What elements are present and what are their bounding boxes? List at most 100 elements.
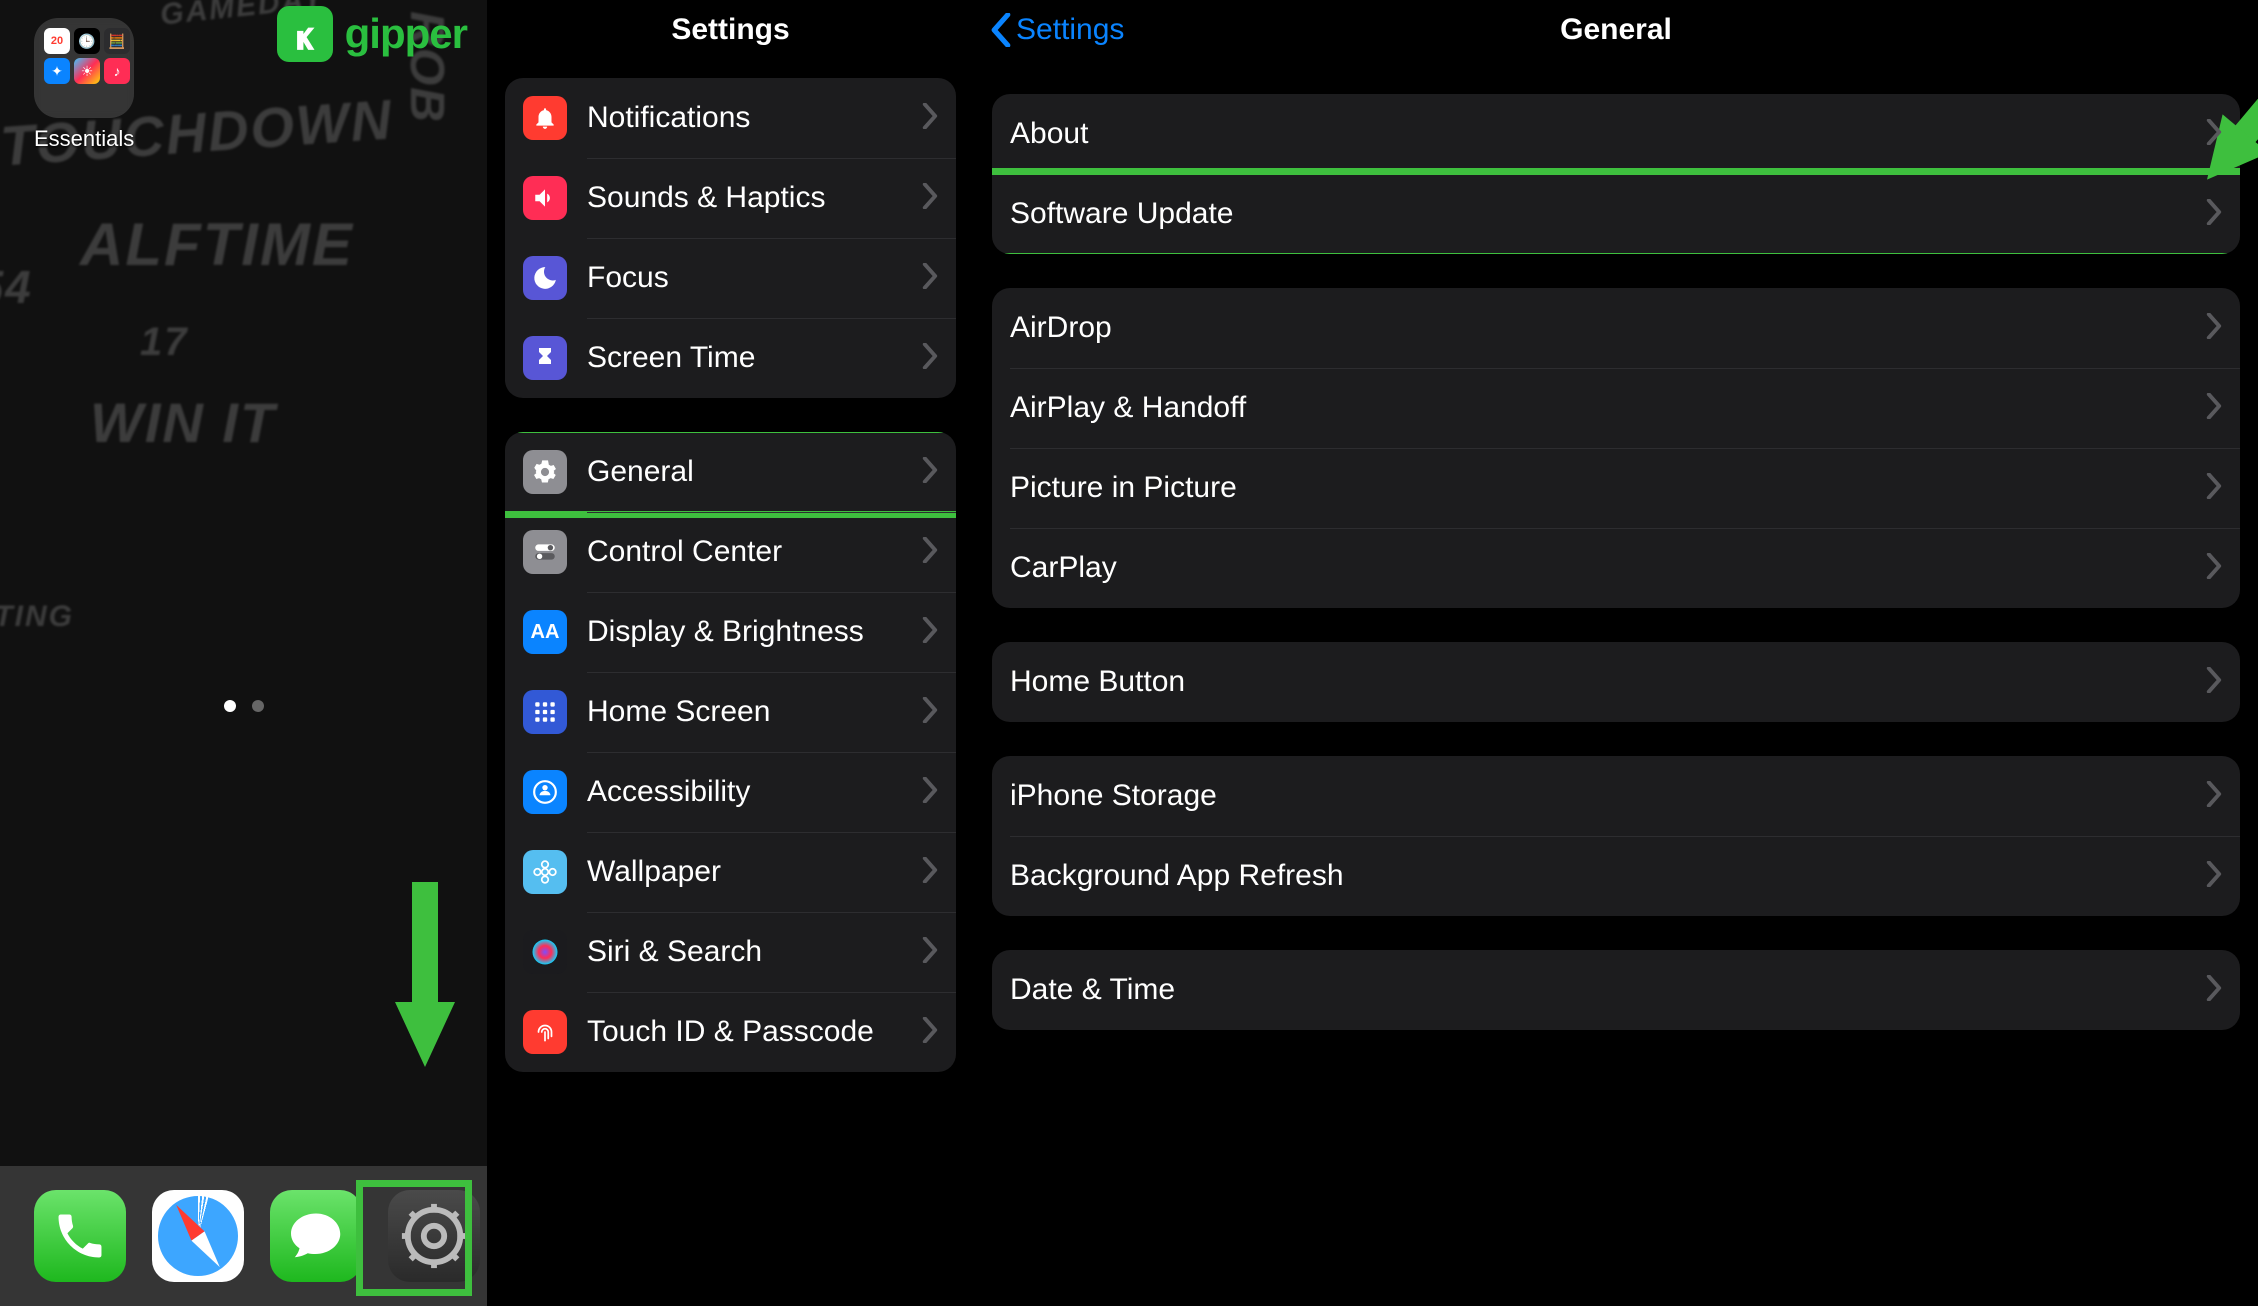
calculator-icon: 🧮 <box>104 28 130 54</box>
annotation-arrow-icon <box>390 882 460 1072</box>
settings-row-label: AirPlay & Handoff <box>1010 391 2206 425</box>
gipper-label: gipper <box>345 10 467 58</box>
messages-app-icon[interactable] <box>270 1190 362 1282</box>
settings-row-label: Background App Refresh <box>1010 859 2206 893</box>
settings-group: Notifications Sounds & Haptics Focus Screen… <box>505 78 956 398</box>
settings-row-icon <box>523 690 567 734</box>
settings-group: iPhone Storage Background App Refresh <box>992 756 2240 916</box>
music-icon: ♪ <box>104 58 130 84</box>
settings-row-icon <box>523 770 567 814</box>
page-title: General <box>1560 13 1672 47</box>
settings-row-label: Control Center <box>587 535 922 569</box>
nav-bar: Settings <box>487 0 974 60</box>
folder-label: Essentials <box>34 126 134 152</box>
chevron-right-icon <box>2206 667 2222 698</box>
safari-app-icon[interactable] <box>152 1190 244 1282</box>
chevron-right-icon <box>922 617 938 648</box>
back-button[interactable]: Settings <box>990 13 1124 47</box>
settings-row-label: AirDrop <box>1010 311 2206 345</box>
settings-row-carplay[interactable]: CarPlay <box>992 528 2240 608</box>
chevron-right-icon <box>922 343 938 374</box>
chevron-right-icon <box>2206 975 2222 1006</box>
chevron-right-icon <box>2206 861 2222 892</box>
settings-row-background-app-refresh[interactable]: Background App Refresh <box>992 836 2240 916</box>
chevron-right-icon <box>922 777 938 808</box>
chevron-right-icon <box>922 263 938 294</box>
settings-row-label: Notifications <box>587 101 922 135</box>
settings-row-label: Touch ID & Passcode <box>587 1015 922 1049</box>
settings-row-picture-in-picture[interactable]: Picture in Picture <box>992 448 2240 528</box>
annotation-highlight-box <box>356 1180 472 1296</box>
settings-row-general[interactable]: General <box>505 432 956 512</box>
chevron-right-icon <box>2206 553 2222 584</box>
settings-row-icon <box>523 1010 567 1054</box>
settings-group: About Software Update <box>992 94 2240 254</box>
settings-row-label: About <box>1010 117 2206 151</box>
settings-group: Date & Time <box>992 950 2240 1030</box>
settings-group: General Control Center AA Display & Brightn… <box>505 432 956 1072</box>
chevron-right-icon <box>922 937 938 968</box>
settings-row-display-brightness[interactable]: AA Display & Brightness <box>505 592 956 672</box>
settings-row-icon <box>523 530 567 574</box>
settings-row-label: Home Screen <box>587 695 922 729</box>
settings-row-notifications[interactable]: Notifications <box>505 78 956 158</box>
settings-row-label: iPhone Storage <box>1010 779 2206 813</box>
app-folder-essentials[interactable]: 20 🕒 🧮 ✦ ☀ ♪ Essentials <box>34 18 134 152</box>
settings-row-about[interactable]: About <box>992 94 2240 174</box>
settings-row-label: CarPlay <box>1010 551 2206 585</box>
settings-row-siri-search[interactable]: Siri & Search <box>505 912 956 992</box>
chevron-right-icon <box>2206 473 2222 504</box>
chevron-right-icon <box>922 1017 938 1048</box>
settings-row-label: Screen Time <box>587 341 922 375</box>
settings-row-label: Focus <box>587 261 922 295</box>
chevron-right-icon <box>922 697 938 728</box>
chevron-right-icon <box>2206 199 2222 230</box>
chevron-right-icon <box>2206 313 2222 344</box>
settings-row-focus[interactable]: Focus <box>505 238 956 318</box>
settings-row-sounds-haptics[interactable]: Sounds & Haptics <box>505 158 956 238</box>
settings-group: AirDrop AirPlay & Handoff Picture in Pictu… <box>992 288 2240 608</box>
settings-row-wallpaper[interactable]: Wallpaper <box>505 832 956 912</box>
settings-row-accessibility[interactable]: Accessibility <box>505 752 956 832</box>
settings-root-screen: Settings Notifications Sounds & Haptics Fo… <box>487 0 974 1306</box>
settings-row-label: Date & Time <box>1010 973 2206 1007</box>
settings-row-home-button[interactable]: Home Button <box>992 642 2240 722</box>
chevron-right-icon <box>922 537 938 568</box>
settings-row-icon <box>523 176 567 220</box>
settings-row-label: Siri & Search <box>587 935 922 969</box>
nav-bar: Settings General <box>974 0 2258 60</box>
settings-group: Home Button <box>992 642 2240 722</box>
settings-row-icon <box>523 256 567 300</box>
shortcuts-icon: ✦ <box>44 58 70 84</box>
chevron-right-icon <box>2206 393 2222 424</box>
home-screen: GAMEDAY TOUCHDOWN ALFTIME 17 154 WIN IT … <box>0 0 487 1306</box>
settings-row-label: Display & Brightness <box>587 615 922 649</box>
gipper-logo-icon <box>277 6 333 62</box>
chevron-right-icon <box>922 857 938 888</box>
calendar-icon: 20 <box>44 28 70 54</box>
phone-app-icon[interactable] <box>34 1190 126 1282</box>
settings-row-label: Software Update <box>1010 197 2206 231</box>
wallpaper: GAMEDAY TOUCHDOWN ALFTIME 17 154 WIN IT … <box>0 0 487 1306</box>
settings-row-label: General <box>587 455 922 489</box>
settings-row-date-time[interactable]: Date & Time <box>992 950 2240 1030</box>
weather-icon: ☀ <box>74 58 100 84</box>
clock-icon: 🕒 <box>74 28 100 54</box>
settings-row-label: Picture in Picture <box>1010 471 2206 505</box>
settings-row-touch-id-passcode[interactable]: Touch ID & Passcode <box>505 992 956 1072</box>
back-label: Settings <box>1016 13 1124 47</box>
settings-row-airplay-handoff[interactable]: AirPlay & Handoff <box>992 368 2240 448</box>
settings-row-software-update[interactable]: Software Update <box>992 174 2240 254</box>
settings-row-home-screen[interactable]: Home Screen <box>505 672 956 752</box>
page-indicator[interactable] <box>0 700 487 712</box>
settings-row-screen-time[interactable]: Screen Time <box>505 318 956 398</box>
settings-row-control-center[interactable]: Control Center <box>505 512 956 592</box>
chevron-right-icon <box>922 103 938 134</box>
settings-row-iphone-storage[interactable]: iPhone Storage <box>992 756 2240 836</box>
settings-row-icon <box>523 850 567 894</box>
settings-row-airdrop[interactable]: AirDrop <box>992 288 2240 368</box>
settings-row-label: Accessibility <box>587 775 922 809</box>
settings-row-icon: AA <box>523 610 567 654</box>
chevron-right-icon <box>922 183 938 214</box>
chevron-right-icon <box>2206 119 2222 150</box>
